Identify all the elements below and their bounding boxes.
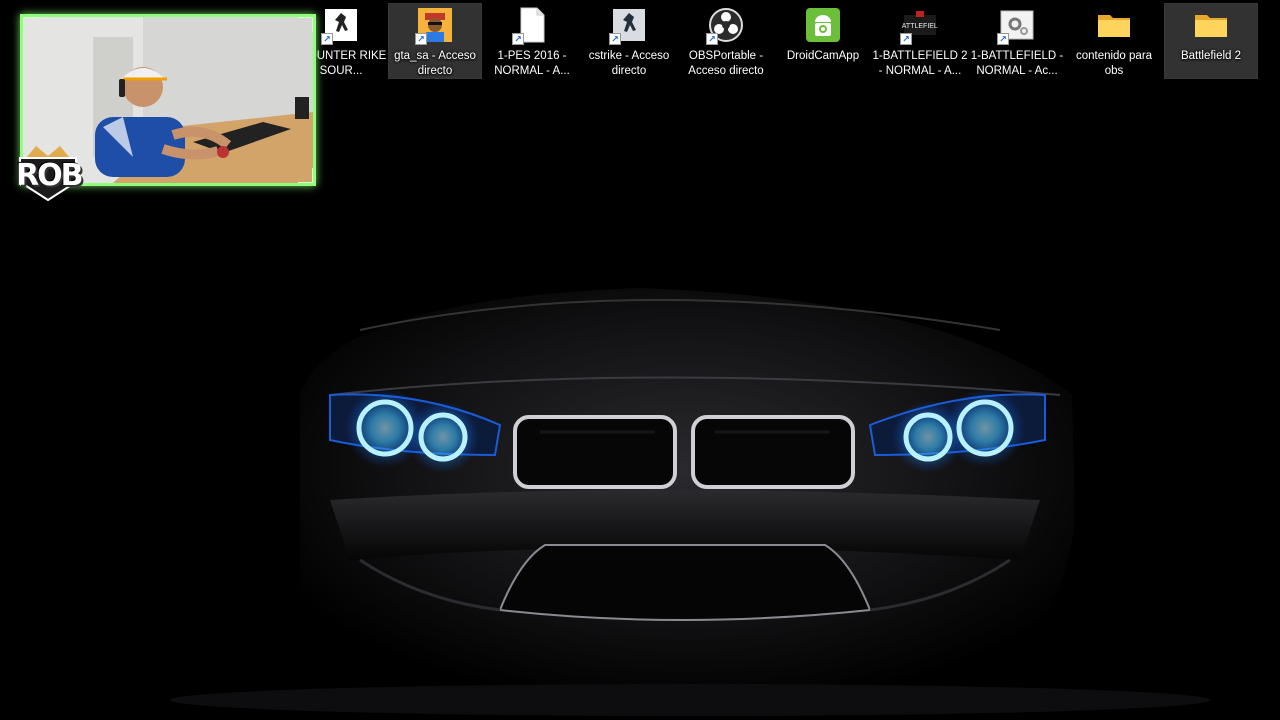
desktop-icon-gta-sa[interactable]: ↗ gta_sa - Acceso directo xyxy=(388,3,482,79)
shortcut-arrow-icon: ↗ xyxy=(321,33,333,45)
desktop-icon-pes-2016[interactable]: ↗ 1-PES 2016 - NORMAL - A... xyxy=(486,4,578,78)
desktop-icon-label: 1-BATTLEFIELD - NORMAL - Ac... xyxy=(970,50,1064,77)
desktop-icon-battlefield-2-normal[interactable]: BATTLEFIELD ↗ 1-BATTLEFIELD 2 - NORMAL -… xyxy=(872,4,968,78)
counter-strike-source-icon: ↗ xyxy=(321,7,359,45)
shortcut-arrow-icon: ↗ xyxy=(609,33,621,45)
shortcut-arrow-icon: ↗ xyxy=(415,33,427,45)
desktop-icon-obs-portable[interactable]: ↗ OBSPortable - Acceso directo xyxy=(680,4,772,78)
car-image xyxy=(170,288,1210,716)
battlefield-2-icon: BATTLEFIELD ↗ xyxy=(897,7,943,45)
desktop-icon-label: Battlefield 2 xyxy=(1180,50,1242,62)
desktop-icon-contenido-para-obs[interactable]: contenido para obs xyxy=(1068,4,1160,78)
desktop-icon-cstrike[interactable]: ↗ cstrike - Acceso directo xyxy=(583,4,675,78)
folder-icon xyxy=(1193,7,1229,43)
frame-corner xyxy=(23,17,38,32)
desktop-icon-label: DroidCamApp xyxy=(786,50,860,62)
desktop-icon-label: contenido para obs xyxy=(1075,50,1153,77)
settings-file-icon: ↗ xyxy=(997,7,1035,45)
desktop-icon-label: OBSPortable - Acceso directo xyxy=(688,50,764,77)
streamer-logo-badge: ROB xyxy=(16,140,83,204)
desktop-icon-label: cstrike - Acceso directo xyxy=(588,50,670,77)
svg-text:BATTLEFIELD: BATTLEFIELD xyxy=(902,23,938,30)
frame-corner xyxy=(298,168,313,183)
counter-strike-icon: ↗ xyxy=(609,7,647,45)
file-icon: ↗ xyxy=(512,7,550,45)
desktop-icon-label: gta_sa - Acceso directo xyxy=(394,50,476,77)
shortcut-arrow-icon: ↗ xyxy=(997,33,1009,45)
desktop-icon-droidcam[interactable]: DroidCamApp xyxy=(777,4,869,78)
folder-icon xyxy=(1096,7,1132,43)
shortcut-arrow-icon: ↗ xyxy=(900,33,912,45)
badge-text: ROB xyxy=(16,158,83,193)
obs-icon: ↗ xyxy=(706,7,744,45)
droidcam-icon xyxy=(805,7,841,43)
shortcut-arrow-icon: ↗ xyxy=(512,33,524,45)
desktop-icon-label: 1-PES 2016 - NORMAL - A... xyxy=(494,50,570,77)
frame-corner xyxy=(298,17,313,32)
desktop-icon-battlefield-2-folder[interactable]: Battlefield 2 xyxy=(1164,3,1258,79)
shortcut-arrow-icon: ↗ xyxy=(706,33,718,45)
desktop-icon-label: 1-BATTLEFIELD 2 - NORMAL - A... xyxy=(872,50,968,77)
gta-sa-icon: ↗ xyxy=(415,7,453,45)
desktop-icon-battlefield-normal[interactable]: ↗ 1-BATTLEFIELD - NORMAL - Ac... xyxy=(971,4,1063,78)
